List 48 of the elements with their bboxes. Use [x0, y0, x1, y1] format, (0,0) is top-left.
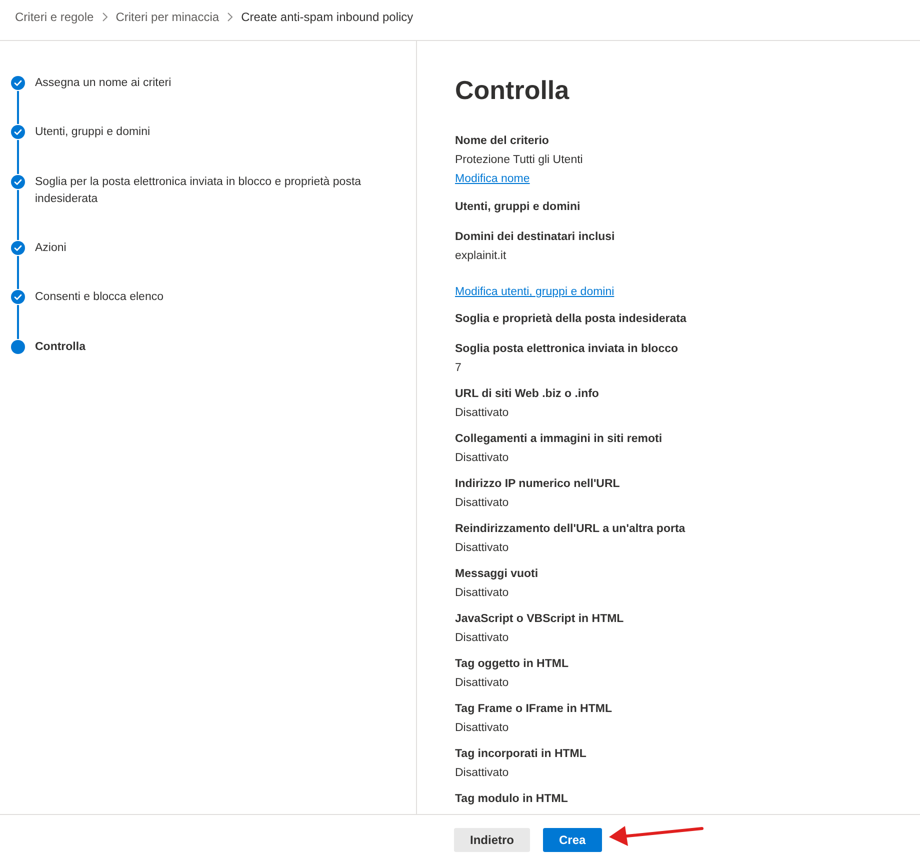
field-label: JavaScript o VBScript in HTML — [455, 612, 624, 627]
page-title: Controlla — [455, 74, 570, 106]
step-label: Assegna un nome ai criteri — [35, 77, 172, 89]
field-value: explainit.it — [455, 249, 506, 264]
field-value: Disattivato — [455, 586, 509, 601]
field-value: Disattivato — [455, 541, 509, 556]
field-value: Protezione Tutti gli Utenti — [455, 153, 583, 168]
section-heading: Utenti, gruppi e domini — [455, 200, 580, 215]
field-value: Disattivato — [455, 496, 509, 511]
step-label: Azioni — [35, 242, 66, 254]
field-value: Disattivato — [455, 451, 509, 466]
step-label: Consenti e blocca elenco — [35, 291, 164, 304]
step-connector-line — [17, 190, 19, 240]
edit-link[interactable]: Modifica nome — [455, 170, 530, 189]
field-label: Collegamenti a immagini in siti remoti — [455, 432, 662, 447]
breadcrumb-link[interactable]: Criteri e regole — [15, 9, 94, 25]
step-connector-line — [17, 305, 19, 338]
field-label: Nome del criterio — [455, 134, 549, 149]
step-label: Soglia per la posta elettronica inviata in blocco e proprietà posta indesiderata — [35, 176, 362, 205]
field-value: Disattivato — [455, 721, 509, 736]
step-connector-line — [17, 91, 19, 124]
field-label: Soglia posta elettronica inviata in blocco — [455, 342, 678, 357]
step-label: Controlla — [35, 340, 86, 352]
back-button[interactable]: Indietro — [454, 828, 530, 852]
field-label: Tag oggetto in HTML — [455, 657, 568, 672]
breadcrumb-link[interactable]: Criteri per minaccia — [116, 9, 220, 25]
field-value: Disattivato — [455, 676, 509, 691]
field-label: Domini dei destinatari inclusi — [455, 230, 615, 245]
field-label: Messaggi vuoti — [455, 567, 538, 582]
field-label: Reindirizzamento dell'URL a un'altra porta — [455, 522, 686, 537]
field-value: 7 — [455, 361, 462, 376]
field-value: Disattivato — [455, 631, 509, 646]
field-label: URL di siti Web .biz o .info — [455, 387, 599, 402]
chevron-right-icon — [102, 12, 108, 22]
create-button[interactable]: Crea — [543, 828, 602, 852]
chevron-right-icon — [227, 12, 234, 22]
field-label: Tag modulo in HTML — [455, 792, 568, 807]
step-connector-line — [17, 140, 19, 174]
field-label: Tag Frame o IFrame in HTML — [455, 702, 612, 717]
edit-link[interactable]: Modifica utenti, gruppi e domini — [455, 283, 614, 302]
section-heading: Soglia e proprietà della posta indesiderata — [455, 312, 686, 327]
breadcrumb-link[interactable]: Create anti-spam inbound policy — [241, 9, 414, 25]
field-label: Indirizzo IP numerico nell'URL — [455, 477, 620, 492]
field-value: Disattivato — [455, 766, 509, 781]
field-label: Tag incorporati in HTML — [455, 747, 586, 762]
step-connector-line — [17, 256, 19, 290]
field-value: Disattivato — [455, 406, 509, 421]
step-label: Utenti, gruppi e domini — [35, 126, 150, 138]
